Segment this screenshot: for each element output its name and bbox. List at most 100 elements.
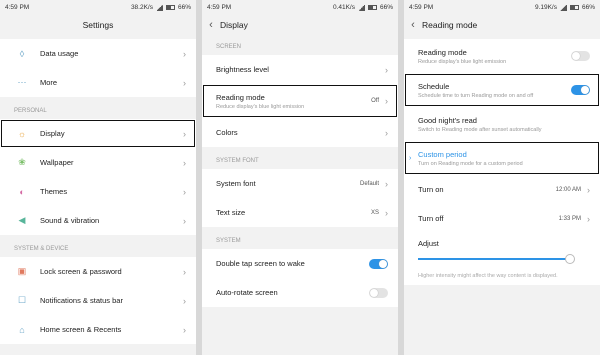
settings-item-sound[interactable]: ◀ Sound & vibration › — [0, 206, 196, 235]
item-label: Text size — [216, 208, 246, 217]
item-label: Wallpaper — [40, 158, 74, 167]
display-panel: 4:59 PM 0.41K/s 66% ‹ Display SCREEN Bright… — [202, 0, 398, 355]
item-value: Default — [359, 180, 379, 187]
reading-mode-panel: 4:59 PM 9.19K/s 66% ‹ Reading mode Reading … — [404, 0, 600, 355]
settings-item-home-screen[interactable]: ⌂ Home screen & Recents › — [0, 315, 196, 344]
more-icon: ⋯ — [17, 77, 27, 87]
settings-item-themes[interactable]: ◐ Themes › — [0, 177, 196, 206]
item-label: Custom period — [418, 149, 467, 159]
item-label: System font — [216, 179, 256, 188]
item-subtitle: Switch to Reading mode after sunset auto… — [418, 126, 542, 133]
battery-level: 66% — [379, 4, 393, 11]
section-header: SCREEN — [202, 39, 398, 55]
settings-item-display[interactable]: ☼ Display › — [0, 119, 196, 148]
battery-level: 66% — [581, 4, 595, 11]
good-night-item[interactable]: Good night's read Switch to Reading mode … — [404, 107, 600, 141]
settings-item-lock-screen[interactable]: ▣ Lock screen & password › — [0, 257, 196, 286]
brightness-item[interactable]: Brightness level › — [202, 55, 398, 84]
status-bar: 4:59 PM 38.2K/s 66% — [0, 0, 196, 15]
text-size-item[interactable]: Text size XS › — [202, 198, 398, 227]
battery-level: 66% — [177, 4, 191, 11]
back-icon[interactable]: ‹ — [202, 19, 220, 31]
chevron-right-icon: › — [183, 157, 186, 168]
schedule-toggle[interactable] — [571, 85, 590, 95]
net-speed: 38.2K/s — [130, 4, 153, 11]
status-bar: 4:59 PM 9.19K/s 66% — [404, 0, 600, 15]
item-label: Sound & vibration — [40, 216, 100, 225]
item-value: Off — [371, 98, 379, 104]
adjust-slider[interactable] — [418, 254, 575, 264]
settings-item-wallpaper[interactable]: ❀ Wallpaper › — [0, 148, 196, 177]
settings-item-more[interactable]: ⋯ More › — [0, 68, 196, 97]
header: ‹ Display — [202, 15, 398, 34]
back-icon[interactable]: ‹ — [404, 19, 422, 31]
chevron-right-icon: › — [183, 48, 186, 59]
selected-indicator-icon: › — [409, 154, 412, 162]
item-subtitle: Reduce display's blue light emission — [216, 103, 305, 110]
double-tap-toggle[interactable] — [369, 258, 388, 269]
settings-item-notifications[interactable]: ☐ Notifications & status bar › — [0, 286, 196, 315]
item-label: Notifications & status bar — [40, 296, 123, 305]
notification-icon: ☐ — [17, 295, 27, 305]
item-label: Home screen & Recents — [40, 325, 122, 334]
data-usage-icon: ◊ — [19, 48, 25, 59]
page-title: Display — [220, 19, 248, 30]
item-subtitle: Schedule time to turn Reading mode on an… — [418, 92, 534, 99]
net-speed: 0.41K/s — [332, 4, 355, 11]
item-label: Colors — [216, 128, 238, 137]
reading-mode-item[interactable]: Reading mode Reduce display's blue light … — [202, 84, 398, 118]
adjust-slider-row: Adjust — [404, 233, 600, 267]
header: ‹ Reading mode — [404, 15, 600, 34]
clock: 4:59 PM — [5, 4, 30, 11]
chevron-right-icon: › — [183, 128, 186, 139]
settings-item-data-usage[interactable]: ◊ Data usage › — [0, 39, 196, 68]
battery-icon — [165, 5, 175, 10]
clock: 4:59 PM — [409, 4, 434, 11]
custom-period-item[interactable]: › Custom period Turn on Reading mode for a… — [404, 141, 600, 175]
chevron-right-icon: › — [183, 295, 186, 306]
item-value: XS — [370, 209, 379, 216]
footer-note: Higher intensity might affect the way co… — [404, 267, 600, 285]
chevron-right-icon: › — [385, 96, 388, 106]
auto-rotate-toggle[interactable] — [369, 287, 388, 298]
home-icon: ⌂ — [19, 324, 25, 335]
section-header: PERSONAL — [0, 103, 196, 119]
chevron-right-icon: › — [587, 184, 590, 195]
item-label: Reading mode — [216, 92, 265, 102]
item-label: Lock screen & password — [40, 267, 122, 276]
wifi-icon — [155, 4, 163, 11]
item-label: Good night's read — [418, 115, 477, 125]
section-header: SYSTEM & DEVICE — [0, 241, 196, 257]
chevron-right-icon: › — [183, 77, 186, 88]
net-speed: 9.19K/s — [534, 4, 557, 11]
lock-icon: ▣ — [17, 266, 27, 276]
item-value: 1:33 PM — [558, 215, 581, 222]
turn-off-item[interactable]: Turn off 1:33 PM › — [404, 204, 600, 233]
chevron-right-icon: › — [385, 207, 388, 218]
themes-icon: ◐ — [19, 186, 25, 197]
item-subtitle: Turn on Reading mode for a custom period — [418, 160, 523, 167]
item-label: Display — [40, 129, 65, 138]
item-label: Data usage — [40, 49, 79, 58]
colors-item[interactable]: Colors › — [202, 118, 398, 147]
slider-thumb[interactable] — [565, 254, 575, 264]
reading-mode-item: Reading mode Reduce display's blue light … — [404, 39, 600, 73]
section-header: SYSTEM FONT — [202, 153, 398, 169]
system-font-item[interactable]: System font Default › — [202, 169, 398, 198]
item-label: Auto-rotate screen — [216, 288, 278, 297]
section-header: SYSTEM — [202, 233, 398, 249]
chevron-right-icon: › — [183, 215, 186, 226]
chevron-right-icon: › — [183, 324, 186, 335]
turn-on-item[interactable]: Turn on 12:00 AM › — [404, 175, 600, 204]
item-label: More — [40, 78, 58, 87]
wifi-icon — [357, 4, 365, 11]
wifi-icon — [559, 4, 567, 11]
chevron-right-icon: › — [385, 64, 388, 75]
item-label: Themes — [40, 187, 68, 196]
item-label: Adjust — [418, 239, 439, 248]
chevron-right-icon: › — [183, 266, 186, 277]
reading-mode-toggle[interactable] — [571, 51, 590, 61]
battery-icon — [367, 5, 377, 10]
wallpaper-icon: ❀ — [18, 157, 26, 167]
schedule-item: Schedule Schedule time to turn Reading mo… — [404, 73, 600, 107]
